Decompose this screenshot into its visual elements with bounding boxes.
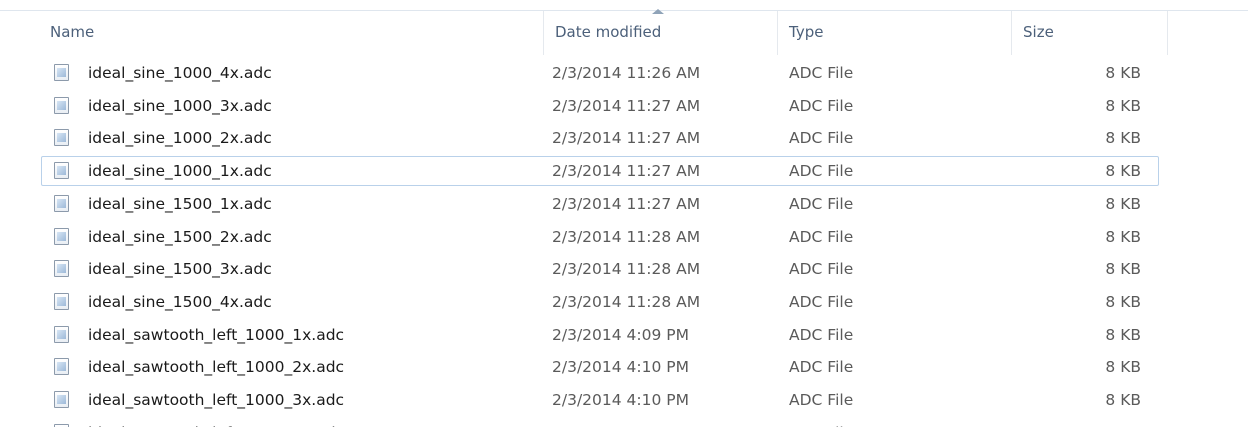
file-icon	[54, 260, 69, 277]
file-row[interactable]: ideal_sine_1500_4x.adc 2/3/2014 11:28 AM A…	[41, 287, 1159, 317]
file-name: ideal_sine_1500_3x.adc	[88, 260, 272, 278]
file-type: ADC File	[789, 419, 853, 427]
file-icon	[54, 195, 69, 212]
file-date-modified: 2/3/2014 11:26 AM	[552, 64, 701, 82]
column-header-type[interactable]: Type	[778, 11, 1011, 55]
file-name: ideal_sine_1500_1x.adc	[88, 195, 272, 213]
file-size: 8 KB	[1105, 326, 1141, 344]
file-size: 8 KB	[1042, 419, 1141, 427]
file-row[interactable]: ideal_sine_1000_1x.adc 2/3/2014 11:27 AM A…	[41, 156, 1159, 186]
file-type: ADC File	[789, 293, 854, 311]
file-date-modified: 2/3/2014 4:09 PM	[552, 326, 689, 344]
file-size: 8 KB	[1105, 97, 1141, 115]
file-name: ideal_sawtooth_left_1000_1x.adc	[88, 326, 345, 344]
file-type: ADC File	[789, 391, 854, 409]
file-icon	[54, 326, 69, 343]
file-size: 8 KB	[1105, 228, 1141, 246]
file-name: ideal_sine_1000_2x.adc	[88, 129, 272, 147]
column-header-date-label: Date modified	[555, 23, 662, 41]
file-name: ideal_sine_1000_3x.adc	[88, 97, 272, 115]
column-header-name-label: Name	[50, 23, 95, 41]
file-size: 8 KB	[1105, 195, 1141, 213]
file-date-modified: 2/3/2014 11:27 AM	[552, 195, 701, 213]
file-date-modified: 2/3/2014 4:10 PM	[552, 358, 689, 376]
file-row[interactable]: ideal_sawtooth_left_1000_1x.adc 2/3/2014 …	[41, 320, 1159, 350]
file-name: ideal_sine_1500_2x.adc	[88, 228, 272, 246]
column-header-type-label: Type	[789, 23, 824, 41]
file-type: ADC File	[789, 129, 854, 147]
file-date-modified: 2/3/2014 11:27 AM	[552, 97, 701, 115]
file-row[interactable]: ideal_sawtooth_left_1000_2x.adc 2/3/2014 …	[41, 352, 1159, 382]
file-row[interactable]: ideal_sine_1500_2x.adc 2/3/2014 11:28 AM A…	[41, 222, 1159, 252]
file-explorer-details-view: Name Date modified Type Size ideal_sine_…	[0, 0, 1248, 427]
column-divider[interactable]	[1167, 11, 1168, 55]
file-type: ADC File	[789, 260, 854, 278]
column-header-bar: Name Date modified Type Size	[0, 9, 1248, 55]
file-date-modified: 2/3/2014 11:28 AM	[552, 260, 701, 278]
file-name: ideal_sine_1500_4x.adc	[88, 293, 272, 311]
file-type: ADC File	[789, 195, 854, 213]
file-row[interactable]: ideal_sine_1500_3x.adc 2/3/2014 11:28 AM A…	[41, 254, 1159, 284]
file-size: 8 KB	[1105, 260, 1141, 278]
file-size: 8 KB	[1105, 64, 1141, 82]
file-icon	[54, 358, 69, 375]
file-name: ideal_sawtooth_left_1000_4x.adc	[88, 419, 344, 427]
file-date-modified: 2/3/2014 4:10 PM	[552, 391, 689, 409]
file-date-modified: 2/3/2014 11:27 AM	[552, 129, 701, 147]
column-header-date-modified[interactable]: Date modified	[544, 11, 777, 55]
file-date-modified: 2/3/2014 11:28 AM	[552, 228, 701, 246]
file-name: ideal_sine_1000_1x.adc	[88, 162, 272, 180]
file-date-modified: 2/3/2014 4:10 PM	[552, 419, 689, 427]
file-size: 8 KB	[1105, 129, 1141, 147]
file-name: ideal_sawtooth_left_1000_3x.adc	[88, 391, 345, 409]
file-name: ideal_sawtooth_left_1000_2x.adc	[88, 358, 345, 376]
file-type: ADC File	[789, 64, 854, 82]
file-name: ideal_sine_1000_4x.adc	[88, 64, 272, 82]
file-date-modified: 2/3/2014 11:27 AM	[552, 162, 701, 180]
file-row[interactable]: ideal_sine_1000_4x.adc 2/3/2014 11:26 AM A…	[41, 58, 1159, 88]
file-row[interactable]: ideal_sine_1500_1x.adc 2/3/2014 11:27 AM A…	[41, 189, 1159, 219]
file-icon	[54, 293, 69, 310]
file-icon	[54, 228, 69, 245]
file-row[interactable]: ideal_sawtooth_left_1000_3x.adc 2/3/2014 …	[41, 385, 1159, 415]
file-type: ADC File	[789, 97, 854, 115]
file-icon	[54, 391, 69, 408]
file-row[interactable]: ideal_sine_1000_2x.adc 2/3/2014 11:27 AM A…	[41, 123, 1159, 153]
file-icon	[54, 129, 69, 146]
column-header-name[interactable]: Name	[39, 11, 543, 55]
file-type: ADC File	[789, 228, 854, 246]
file-size: 8 KB	[1105, 391, 1141, 409]
file-row[interactable]: ideal_sine_1000_3x.adc 2/3/2014 11:27 AM A…	[41, 91, 1159, 121]
file-row[interactable]: ideal_sawtooth_left_1000_4x.adc 2/3/2014 …	[41, 418, 1159, 427]
file-date-modified: 2/3/2014 11:28 AM	[552, 293, 701, 311]
file-icon	[54, 64, 69, 81]
sort-ascending-icon	[652, 9, 664, 14]
file-size: 8 KB	[1105, 162, 1141, 180]
column-header-size-label: Size	[1023, 23, 1054, 41]
file-type: ADC File	[789, 326, 854, 344]
file-size: 8 KB	[1105, 358, 1141, 376]
file-icon	[54, 97, 69, 114]
column-header-size[interactable]: Size	[1012, 11, 1167, 55]
file-type: ADC File	[789, 358, 854, 376]
file-type: ADC File	[789, 162, 854, 180]
file-icon	[54, 162, 69, 179]
file-size: 8 KB	[1105, 293, 1141, 311]
